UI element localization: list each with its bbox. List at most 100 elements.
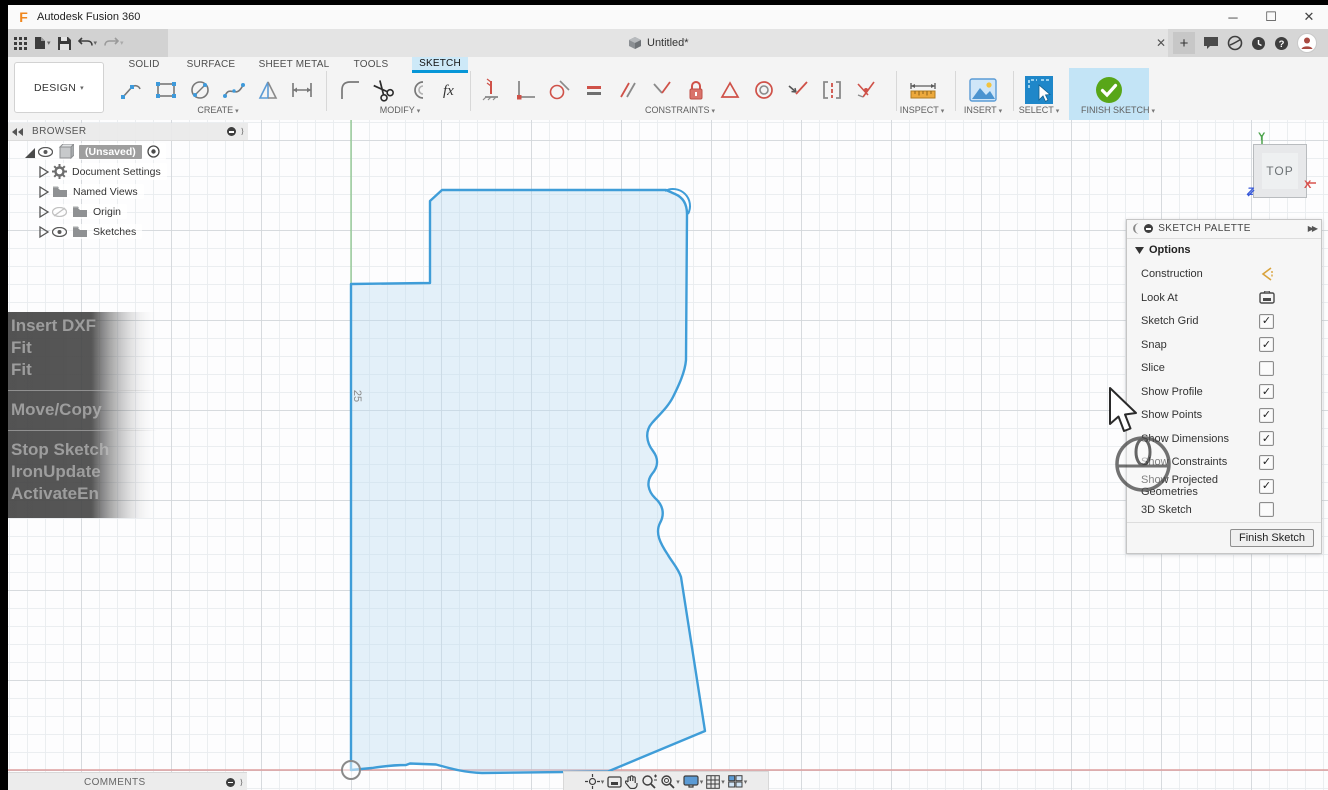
offset-icon[interactable] <box>406 78 430 102</box>
minimize-icon[interactable]: ─ <box>1214 5 1252 29</box>
undo-icon[interactable]: ▾ <box>77 37 97 49</box>
palette-row-show-dimensions[interactable]: Show Dimensions <box>1127 427 1321 451</box>
document-tab[interactable]: Untitled* <box>628 29 689 57</box>
eye-icon[interactable] <box>52 226 67 237</box>
collapse-right-icon[interactable]: ▶▶ <box>1308 224 1318 233</box>
insert-group-label[interactable]: INSERT <box>964 105 1002 117</box>
show-constraints-checkbox[interactable] <box>1259 454 1274 470</box>
dimension-label[interactable]: 25 <box>351 383 363 409</box>
collapse-left-icon[interactable] <box>12 127 24 136</box>
tab-sheet-metal[interactable]: SHEET METAL <box>252 57 336 72</box>
snap-checkbox[interactable] <box>1259 337 1274 353</box>
browser-item-document-settings[interactable]: Document Settings <box>8 162 248 181</box>
eye-icon[interactable] <box>38 146 53 157</box>
fillet-icon[interactable] <box>338 78 362 102</box>
orbit-icon[interactable]: ▾ <box>584 774 604 789</box>
horizontal-vertical-icon[interactable] <box>480 78 504 102</box>
tangent-icon[interactable] <box>548 78 572 102</box>
redo-icon[interactable]: ▾ <box>104 37 124 49</box>
palette-row-show-projected-geometries[interactable]: Show Projected Geometries <box>1127 474 1321 498</box>
finish-sketch-check-icon[interactable] <box>1095 76 1123 104</box>
activate-radio-icon[interactable] <box>147 145 160 158</box>
rectangle-icon[interactable] <box>154 78 178 102</box>
app-grid-icon[interactable] <box>14 36 27 50</box>
help-icon[interactable]: ? <box>1274 36 1289 51</box>
sketch-palette-header[interactable]: ❨ SKETCH PALETTE ▶▶ <box>1127 220 1321 239</box>
palette-row-look-at[interactable]: Look At <box>1127 286 1321 310</box>
notifications-icon[interactable] <box>1251 36 1266 51</box>
perpendicular-icon[interactable] <box>650 78 674 102</box>
symmetry-icon[interactable] <box>820 78 844 102</box>
select-icon[interactable] <box>1025 76 1053 104</box>
trim-icon[interactable] <box>372 78 396 102</box>
pan-icon[interactable] <box>625 774 638 789</box>
show-profile-checkbox[interactable] <box>1259 384 1274 400</box>
palette-row-show-constraints[interactable]: Show Constraints <box>1127 451 1321 475</box>
palette-row-snap[interactable]: Snap <box>1127 333 1321 357</box>
look-at-icon[interactable] <box>607 775 622 788</box>
spline-icon[interactable] <box>222 78 246 102</box>
palette-row-sketch-grid[interactable]: Sketch Grid <box>1127 309 1321 333</box>
tab-solid[interactable]: SOLID <box>120 57 168 72</box>
collapsed-arrow-icon[interactable] <box>36 205 50 219</box>
palette-row-construction[interactable]: Construction <box>1127 262 1321 286</box>
create-group-label[interactable]: CREATE <box>197 105 238 117</box>
insert-image-icon[interactable] <box>969 77 997 103</box>
modify-group-label[interactable]: MODIFY <box>380 105 420 117</box>
display-settings-icon[interactable]: ▾ <box>683 775 703 788</box>
select-group-label[interactable]: SELECT <box>1019 105 1059 117</box>
zoom-window-icon[interactable]: ▾ <box>660 774 680 789</box>
palette-row-show-points[interactable]: Show Points <box>1127 403 1321 427</box>
browser-item-named-views[interactable]: Named Views <box>8 182 248 201</box>
collapsed-arrow-icon[interactable] <box>36 165 50 179</box>
palette-menu-icon[interactable] <box>1144 224 1154 234</box>
dimension-icon[interactable] <box>290 78 314 102</box>
palette-row-3d-sketch[interactable]: 3D Sketch <box>1127 498 1321 522</box>
new-file-icon[interactable]: ▾ <box>34 36 51 50</box>
browser-expand-icon[interactable]: ⟩ <box>241 127 244 136</box>
viewports-icon[interactable]: ▾ <box>727 775 747 788</box>
browser-item-sketches[interactable]: Sketches <box>8 222 248 241</box>
finish-sketch-palette-button[interactable]: Finish Sketch <box>1229 528 1314 547</box>
show-dimensions-checkbox[interactable] <box>1259 431 1274 447</box>
finish-sketch-label[interactable]: FINISH SKETCH <box>1081 105 1155 117</box>
browser-item-origin[interactable]: Origin <box>8 202 248 221</box>
slice-checkbox[interactable] <box>1259 360 1274 376</box>
tab-surface[interactable]: SURFACE <box>180 57 242 72</box>
coincident-icon[interactable] <box>514 78 538 102</box>
line-icon[interactable] <box>120 78 144 102</box>
collinear-icon[interactable] <box>786 78 810 102</box>
new-tab-icon[interactable]: + <box>1173 32 1195 54</box>
expanded-arrow-icon[interactable] <box>22 145 36 159</box>
concentric-icon[interactable] <box>752 78 776 102</box>
maximize-icon[interactable]: ☐ <box>1252 5 1290 29</box>
3d-sketch-checkbox[interactable] <box>1259 502 1274 518</box>
eye-hidden-icon[interactable] <box>52 206 67 217</box>
show-points-checkbox[interactable] <box>1259 407 1274 423</box>
parallel-icon[interactable] <box>616 78 640 102</box>
collapsed-arrow-icon[interactable] <box>36 185 50 199</box>
save-icon[interactable] <box>57 36 71 50</box>
document-name[interactable]: (Unsaved) <box>79 144 142 159</box>
options-section-header[interactable]: Options <box>1127 239 1321 263</box>
comments-bubble-icon[interactable] <box>1203 36 1219 50</box>
look-at-icon[interactable] <box>1259 291 1275 304</box>
avatar[interactable] <box>1297 33 1317 53</box>
construction-icon[interactable] <box>1259 267 1275 281</box>
comments-expand-icon[interactable]: ⟩ <box>240 778 243 787</box>
comments-menu-icon[interactable] <box>225 777 235 787</box>
tab-sketch[interactable]: SKETCH <box>412 57 468 73</box>
inspect-group-label[interactable]: INSPECT <box>900 105 944 117</box>
measure-icon[interactable] <box>908 78 938 102</box>
extensions-icon[interactable] <box>1227 35 1243 51</box>
close-icon[interactable]: ✕ <box>1290 5 1328 29</box>
browser-menu-icon[interactable] <box>226 127 236 136</box>
comments-bar[interactable]: COMMENTS ⟩ <box>8 772 247 790</box>
collapsed-arrow-icon[interactable] <box>36 225 50 239</box>
show-projected-geometries-checkbox[interactable] <box>1259 478 1274 494</box>
grid-settings-icon[interactable]: ▾ <box>706 774 725 789</box>
circle-icon[interactable] <box>188 78 212 102</box>
workspace-selector[interactable]: DESIGN ▾ <box>14 62 104 113</box>
tab-tools[interactable]: TOOLS <box>346 57 396 72</box>
palette-row-slice[interactable]: Slice <box>1127 356 1321 380</box>
